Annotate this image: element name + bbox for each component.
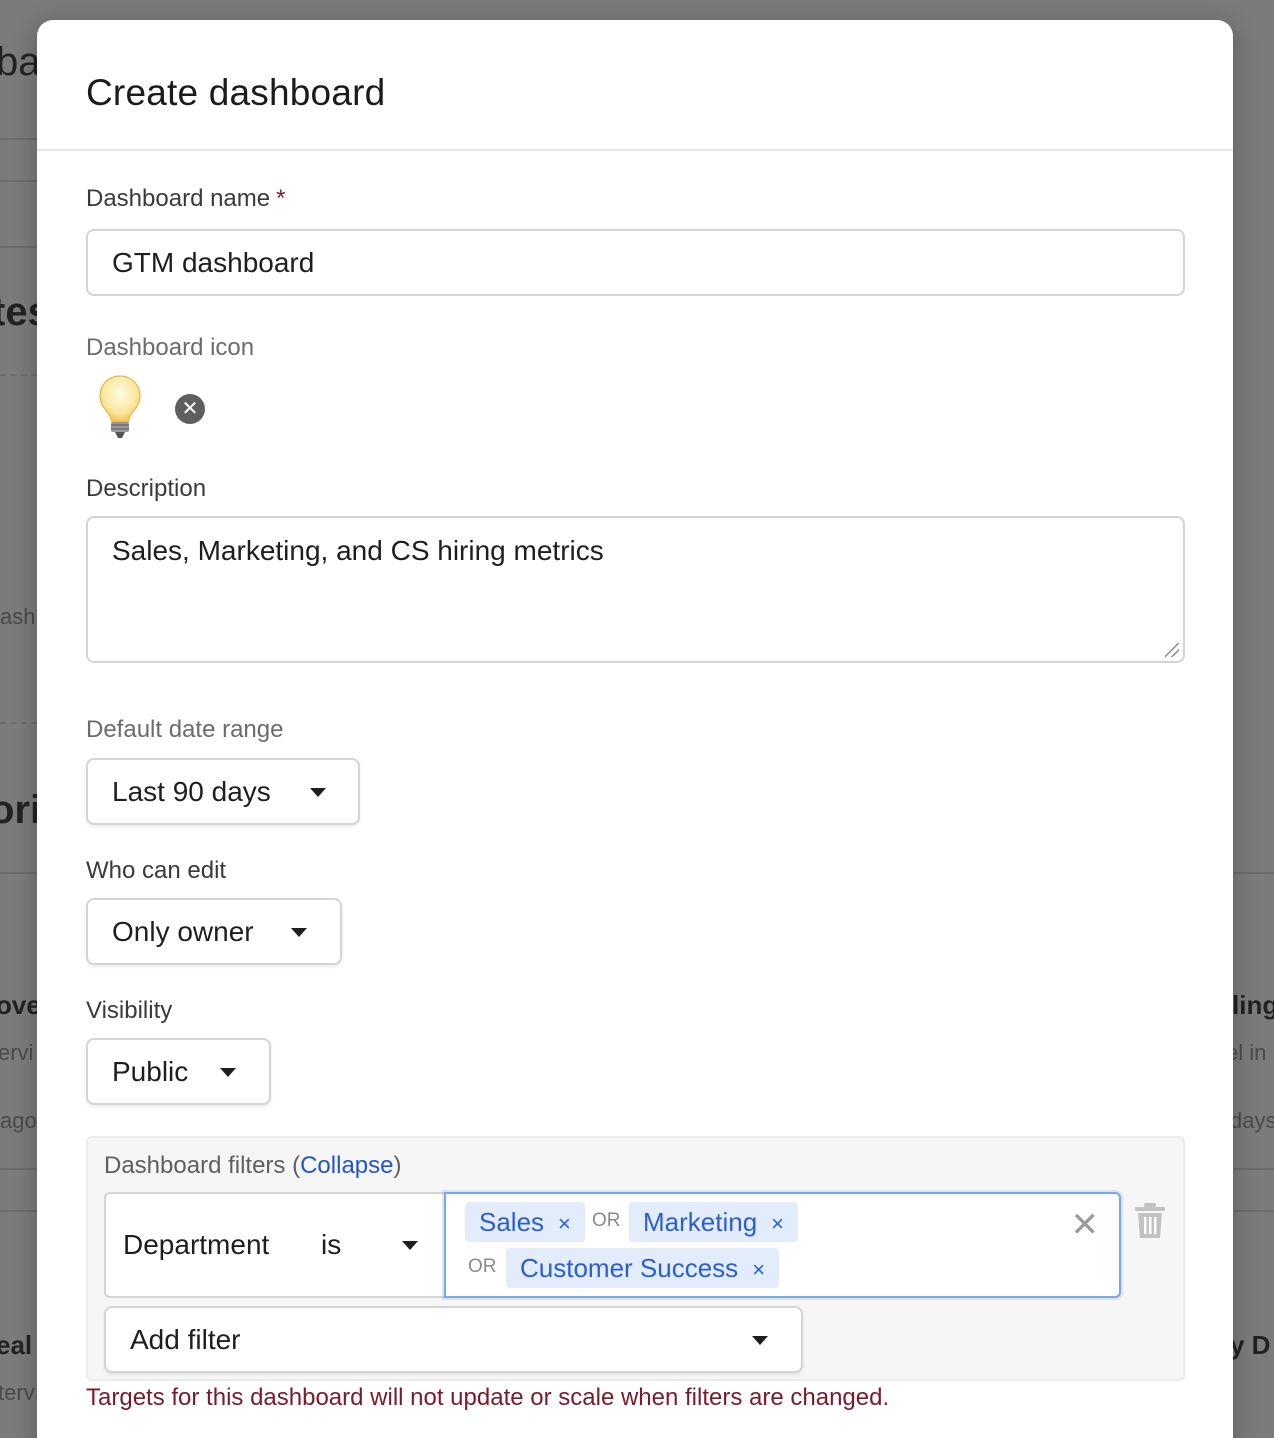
bg-divider (0, 1168, 37, 1170)
bg-divider (0, 374, 37, 376)
trash-icon[interactable] (1133, 1202, 1167, 1240)
who-can-edit-label: Who can edit (86, 857, 227, 884)
description-label: Description (86, 475, 207, 502)
chip-remove-icon[interactable]: × (752, 1257, 765, 1282)
filter-field[interactable]: Department (104, 1192, 300, 1298)
chip-label: Sales (479, 1207, 545, 1237)
who-can-edit-select[interactable]: Only owner (86, 898, 342, 965)
chevron-down-icon (752, 1336, 768, 1345)
description-text: Sales, Marketing, and CS hiring metrics (112, 535, 604, 566)
or-separator: OR (468, 1256, 497, 1277)
add-filter-label: Add filter (130, 1324, 241, 1355)
dashboard-name-label-text: Dashboard name (86, 185, 271, 212)
filters-title: Dashboard filters (Collapse) (104, 1152, 401, 1180)
visibility-value: Public (112, 1056, 189, 1087)
value-chip: Marketing × (629, 1202, 799, 1242)
collapse-link[interactable]: Collapse (300, 1152, 393, 1179)
bg-fragment: ba (0, 40, 41, 84)
chip-remove-icon[interactable]: × (558, 1211, 571, 1236)
who-can-edit-value: Only owner (112, 916, 254, 947)
bg-fragment: terv (0, 1380, 35, 1405)
bg-fragment: ervi (0, 1040, 34, 1065)
required-mark: * (276, 185, 286, 212)
lightbulb-icon[interactable] (97, 374, 143, 440)
clear-values-icon[interactable]: ✕ (1071, 1208, 1100, 1242)
chevron-down-icon (310, 788, 326, 797)
date-range-select[interactable]: Last 90 days (86, 758, 360, 825)
chip-label: Marketing (643, 1207, 758, 1237)
filter-row: Department is Sales × OR Marketing × OR Cu… (104, 1192, 1121, 1298)
or-separator: OR (592, 1210, 621, 1231)
dashboard-name-label: Dashboard name * (86, 185, 285, 213)
bg-fragment: eal (0, 1330, 33, 1360)
chip-label: Customer Success (520, 1253, 739, 1283)
modal-title: Create dashboard (86, 72, 386, 113)
bg-divider (0, 1210, 37, 1212)
bg-fragment: y D (1230, 1330, 1271, 1360)
bg-divider (0, 722, 37, 724)
chevron-down-icon (402, 1241, 418, 1250)
dashboard-name-input[interactable]: GTM dashboard (86, 229, 1185, 296)
modal-header: Create dashboard (37, 20, 1233, 151)
bg-fragment: days (1230, 1108, 1274, 1133)
filter-operator-select[interactable]: is (298, 1192, 446, 1298)
visibility-select[interactable]: Public (86, 1038, 271, 1105)
visibility-label: Visibility (86, 997, 173, 1024)
dashboard-icon-label: Dashboard icon (86, 334, 255, 361)
paren-open: ( (292, 1152, 301, 1179)
chevron-down-icon (220, 1068, 236, 1077)
date-range-value: Last 90 days (112, 776, 271, 807)
bg-divider (1233, 872, 1274, 874)
date-range-label: Default date range (86, 716, 284, 743)
value-chip: Customer Success × (506, 1248, 780, 1288)
create-dashboard-modal: Create dashboard Dashboard name * GTM das… (37, 20, 1233, 1438)
bg-fragment: ling (1232, 990, 1274, 1020)
resize-handle-icon[interactable] (1165, 643, 1179, 657)
filter-values-input[interactable]: Sales × OR Marketing × OR Customer Success… (444, 1192, 1121, 1298)
bg-fragment: ash (0, 604, 36, 629)
chip-remove-icon[interactable]: × (771, 1211, 784, 1236)
filters-warning-text: Targets for this dashboard will not upda… (86, 1384, 890, 1411)
bg-divider (0, 180, 37, 182)
bg-fragment: ago (0, 1108, 37, 1133)
value-chip: Sales × (465, 1202, 585, 1242)
chevron-down-icon (291, 928, 307, 937)
paren-close: ) (393, 1152, 402, 1179)
close-icon: ✕ (181, 398, 199, 420)
add-filter-select[interactable]: Add filter (104, 1306, 803, 1373)
bg-divider (0, 872, 37, 874)
filters-title-text: Dashboard filters (104, 1152, 286, 1179)
bg-fragment: ori (0, 788, 42, 832)
bg-divider (0, 246, 37, 248)
remove-icon-button[interactable]: ✕ (175, 394, 205, 424)
bg-divider (0, 138, 37, 140)
bg-divider (1233, 1168, 1274, 1170)
filter-operator-value: is (321, 1229, 342, 1260)
bg-divider (1233, 1210, 1274, 1212)
description-textarea[interactable]: Sales, Marketing, and CS hiring metrics (86, 516, 1185, 663)
dashboard-filters-panel: Dashboard filters (Collapse) Department … (86, 1136, 1185, 1381)
